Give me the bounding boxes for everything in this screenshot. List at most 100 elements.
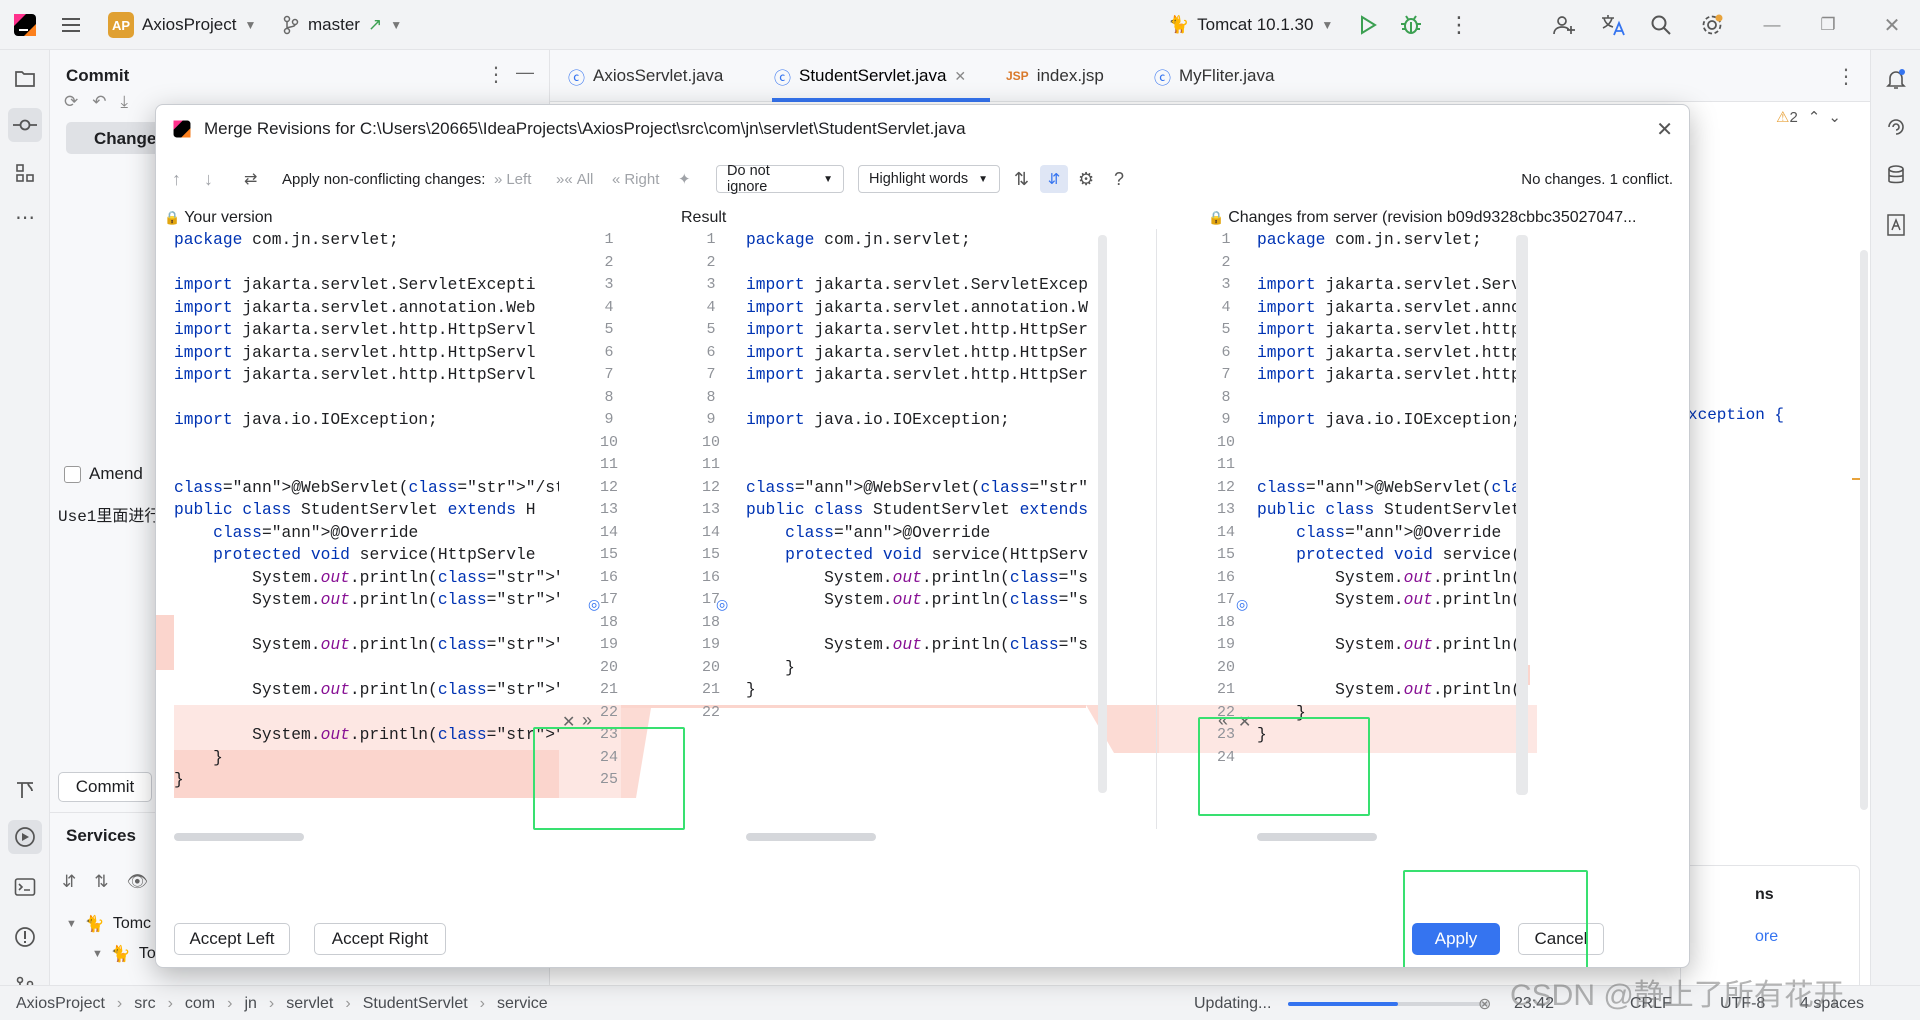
rollback-icon[interactable]: ↶ xyxy=(92,92,106,112)
more-horizontal-icon[interactable]: ⋯ xyxy=(8,200,42,234)
run-icon[interactable] xyxy=(1358,0,1378,50)
run-config-selector[interactable]: 🐈 Tomcat 10.1.30 ▼ xyxy=(1168,0,1333,50)
download-icon[interactable]: ⤓ xyxy=(121,92,129,112)
override-gutter-icon[interactable]: ◎ xyxy=(1236,596,1248,613)
minimize-icon[interactable]: — xyxy=(1744,0,1800,50)
breadcrumb-item[interactable]: StudentServlet xyxy=(363,995,468,1013)
right-hscroll[interactable] xyxy=(1257,833,1377,841)
apply-left-button[interactable]: » Left xyxy=(494,153,531,205)
notifications-icon[interactable] xyxy=(1879,62,1913,96)
breadcrumb-item[interactable]: src xyxy=(134,995,155,1013)
swap-icon[interactable]: ⇄ xyxy=(244,153,257,205)
editor-scrollbar[interactable] xyxy=(1860,250,1868,810)
override-gutter-icon[interactable]: ◎ xyxy=(716,596,728,613)
services-icon[interactable] xyxy=(8,820,42,854)
prev-diff-icon[interactable]: ↑ xyxy=(172,153,181,205)
chevron-up-icon[interactable]: ⌃ xyxy=(1808,109,1821,126)
cancel-button[interactable]: Cancel xyxy=(1518,923,1604,955)
breadcrumb-item[interactable]: com xyxy=(185,995,215,1013)
close-window-icon[interactable]: ✕ xyxy=(1864,0,1920,50)
code-line: protected void service(HttpServle xyxy=(213,545,536,564)
accept-left-button[interactable]: Accept Left xyxy=(174,923,290,955)
right-code-pane[interactable]: package com.jn.servlet; import jakarta.s… xyxy=(1257,229,1527,829)
left-hscroll[interactable] xyxy=(174,833,304,841)
checkbox-box[interactable] xyxy=(64,465,81,483)
apply-button[interactable]: Apply xyxy=(1412,923,1500,955)
project-selector[interactable]: AP AxiosProject ▼ xyxy=(108,0,256,50)
translate-icon[interactable] xyxy=(1600,0,1626,50)
settings-icon[interactable] xyxy=(1700,0,1724,50)
breadcrumb-item[interactable]: service xyxy=(497,995,548,1013)
ignore-dropdown[interactable]: Do not ignore ▼ xyxy=(716,153,844,205)
highlight-dropdown[interactable]: Highlight words ▼ xyxy=(858,153,1000,205)
tree-item-tomcat[interactable]: ▼ 🐈 Tomc xyxy=(66,914,151,934)
settings-icon[interactable]: ⚙ xyxy=(1078,153,1094,205)
result-scrollbar[interactable] xyxy=(1098,235,1107,793)
discard-right-icon[interactable]: ✕ xyxy=(1238,712,1251,732)
tab-student-servlet[interactable]: ⓒ StudentServlet.java ✕ xyxy=(774,50,966,102)
accept-right-button[interactable]: Accept Right xyxy=(314,923,446,955)
commit-message-field[interactable]: Use1里面进行 xyxy=(58,502,160,526)
amend-checkbox[interactable]: Amend xyxy=(64,464,143,484)
override-gutter-icon[interactable]: ◎ xyxy=(588,596,600,613)
left-code-pane[interactable]: package com.jn.servlet; import jakarta.s… xyxy=(174,229,559,829)
structure-icon[interactable] xyxy=(8,156,42,190)
merge-scrollbar[interactable] xyxy=(1516,235,1528,795)
debug-icon[interactable] xyxy=(1400,0,1422,50)
magic-resolve-icon[interactable]: ✦ xyxy=(678,153,691,205)
editor-peek-text: xception { xyxy=(1688,406,1785,424)
warning-icon: ⚠ xyxy=(1776,109,1790,126)
database-icon[interactable] xyxy=(1879,158,1913,192)
app-logo-icon[interactable] xyxy=(12,0,38,50)
tab-myfliter[interactable]: ⓒ MyFliter.java xyxy=(1154,50,1274,102)
accept-left-icon[interactable]: » xyxy=(582,710,592,731)
line-number: 6 xyxy=(604,343,614,361)
collapse-icon[interactable]: ⇅ xyxy=(94,872,108,892)
warnings-indicator[interactable]: ⚠2 ⌃ ⌄ xyxy=(1776,108,1841,126)
close-tab-icon[interactable]: ✕ xyxy=(954,68,966,85)
sync-scroll-icon[interactable]: ⇵ xyxy=(1040,153,1068,205)
result-hscroll[interactable] xyxy=(746,833,876,841)
close-dialog-icon[interactable]: ✕ xyxy=(1656,117,1673,142)
search-icon[interactable] xyxy=(1650,0,1672,50)
branch-selector[interactable]: master ↗ ▼ xyxy=(282,0,402,50)
commit-button[interactable]: Commit xyxy=(58,772,152,802)
result-code-pane[interactable]: package com.jn.servlet; import jakarta.s… xyxy=(746,229,1088,829)
tab-index-jsp[interactable]: JSP index.jsp xyxy=(1006,50,1104,102)
main-menu-icon[interactable] xyxy=(60,0,82,50)
breadcrumb-item[interactable]: AxiosProject xyxy=(16,995,105,1013)
apply-right-button[interactable]: «Right xyxy=(612,153,659,205)
ai-assistant-icon[interactable] xyxy=(1879,110,1913,144)
breadcrumb-item[interactable]: servlet xyxy=(286,995,333,1013)
eye-icon[interactable]: 👁 xyxy=(127,872,149,892)
folder-icon[interactable] xyxy=(8,62,42,96)
terminal-icon[interactable] xyxy=(8,870,42,904)
code-line: } xyxy=(174,747,223,767)
minimize-panel-icon[interactable]: — xyxy=(516,62,534,83)
accept-right-icon[interactable]: « xyxy=(1218,710,1228,731)
more-vertical-icon[interactable]: ⋮ xyxy=(1448,0,1470,50)
tree-item-tomcat-server[interactable]: ▼ 🐈 To xyxy=(92,944,156,964)
next-diff-icon[interactable]: ↓ xyxy=(204,153,213,205)
notification-link[interactable]: ore xyxy=(1755,928,1778,946)
apply-all-button[interactable]: »« All xyxy=(556,153,593,205)
cancel-progress-icon[interactable]: ⊗ xyxy=(1478,986,1491,1020)
build-icon[interactable] xyxy=(8,772,42,806)
breadcrumb-item[interactable]: jn xyxy=(244,995,256,1013)
expand-icon[interactable]: ⇵ xyxy=(62,872,76,892)
refresh-icon[interactable]: ⟳ xyxy=(64,92,78,112)
commit-icon[interactable] xyxy=(8,108,42,142)
collapse-unchanged-icon[interactable]: ⇅ xyxy=(1014,153,1029,205)
text-icon[interactable] xyxy=(1879,208,1913,242)
tab-axios-servlet[interactable]: ⓒ AxiosServlet.java xyxy=(568,50,723,102)
problems-icon[interactable] xyxy=(8,920,42,954)
help-icon[interactable]: ? xyxy=(1114,153,1124,205)
restore-icon[interactable]: ❐ xyxy=(1800,0,1856,50)
chevron-down-icon[interactable]: ⌄ xyxy=(1828,109,1841,126)
more-vertical-icon[interactable]: ⋮ xyxy=(1836,50,1856,102)
discard-left-icon[interactable]: ✕ xyxy=(562,712,575,732)
more-vertical-icon[interactable]: ⋮ xyxy=(486,62,506,87)
add-user-icon[interactable] xyxy=(1552,0,1576,50)
